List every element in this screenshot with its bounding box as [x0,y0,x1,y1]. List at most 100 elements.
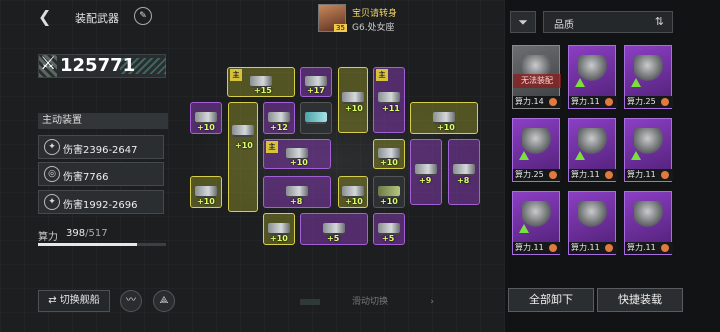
calc-progress-bar [38,243,166,246]
weapon-icon [415,163,437,174]
target-icon: ◎ [44,166,60,182]
page-title: 装配武器 [75,12,119,25]
weapon-icon [578,201,608,227]
calc-progress-fill [38,243,137,246]
quality-select[interactable]: 品质 ⇅ [543,11,673,33]
equipment-card[interactable]: 算力.25 [624,45,673,109]
weapon-icon [378,222,400,233]
emblem-icon[interactable]: ⟁ [153,290,175,312]
weapon-slot[interactable]: +10 [410,102,478,134]
slot-level: +12 [270,123,288,132]
weapon-slot[interactable]: +5 [373,213,405,245]
wave-icon[interactable]: 〰 [120,290,142,312]
unload-all-button[interactable]: 全部卸下 [508,288,594,312]
slot-level: +8 [290,197,303,206]
power-value: 125771 [60,55,136,76]
pen-icon[interactable]: ✎ [134,7,152,25]
equipment-card[interactable]: 算力.25 [512,118,561,182]
calc-max: /517 [85,228,108,239]
slot-level: +10 [270,234,288,243]
weapon-slot[interactable] [300,102,332,134]
skill-text: 伤害2396-2647 [63,145,138,156]
upgrade-arrow-icon [575,151,585,160]
claw-icon: ✦ [44,194,60,210]
slot-level: +10 [380,158,398,167]
weapon-icon [433,111,455,122]
switch-ship-button[interactable]: ⇄ 切换舰船 [38,290,110,312]
slide-hint-text: 滑动切换 [351,297,388,307]
chevron-right-icon: › [430,297,434,307]
pilot-name: 宝贝请转身 [352,9,398,19]
crossed-swords-icon: ⚔ [40,53,57,74]
weapon-icon [305,75,327,86]
skill-item[interactable]: ✦ 伤害1992-2696 [38,190,164,214]
weapon-icon [305,111,327,122]
weapon-icon [250,75,272,86]
skill-item[interactable]: ◎ 伤害7766 [38,162,164,186]
skill-text: 伤害7766 [63,172,109,183]
coin-icon [549,171,557,179]
weapon-slot[interactable]: +10 [338,176,368,208]
weapon-icon [286,185,308,196]
slot-level: +9 [419,176,432,185]
slot-level: +10 [437,123,455,132]
filter-icon[interactable]: ⏷ [510,11,536,33]
sort-toggle-icon[interactable]: ⇅ [655,15,664,28]
weapon-slot[interactable]: +12 [263,102,295,134]
slide-hint[interactable]: 滑动切换 › [300,294,440,310]
weapon-slot[interactable]: +9 [410,139,442,205]
weapon-slot[interactable]: +5 [300,213,368,245]
weapon-slot[interactable]: +10 [373,139,405,169]
slot-level: +5 [382,234,395,243]
weapon-icon [268,111,290,122]
weapon-slot[interactable]: +10 [228,102,258,212]
upgrade-arrow-icon [519,151,529,160]
skill-text: 伤害1992-2696 [63,200,138,211]
equipment-card[interactable]: 算力.11 [512,191,561,255]
equipment-card[interactable]: 算力.11 [568,191,617,255]
quick-equip-button[interactable]: 快捷装载 [597,288,683,312]
equipment-card[interactable]: 无法装配 算力.14 [512,45,561,109]
cannot-equip-label: 无法装配 [513,74,561,88]
equipment-card[interactable]: 算力.11 [624,118,673,182]
equipment-card[interactable]: 算力.11 [568,45,617,109]
weapon-slot[interactable]: +10 [190,176,222,208]
weapon-slot[interactable]: +8 [448,139,480,205]
slot-level: +10 [290,158,308,167]
calc-value: 398/517 [66,228,108,239]
weapon-slot[interactable]: +8 [263,176,331,208]
upgrade-arrow-icon [631,78,641,87]
weapon-slot[interactable]: +10 [190,102,222,134]
weapon-icon [378,185,400,196]
coin-icon [549,244,557,252]
equipment-card[interactable]: 算力.11 [624,191,673,255]
weapon-icon [323,222,345,233]
weapon-slot[interactable]: 主 +15 [227,67,295,97]
pilot-level-badge: 35 [334,24,347,32]
weapon-slot[interactable]: +10 [263,213,295,245]
main-tag: 主 [376,69,388,81]
weapon-slot[interactable]: +10 [373,176,405,208]
back-arrow-icon[interactable]: ❮ [38,8,56,26]
weapon-slot[interactable]: 主 +10 [263,139,331,169]
weapon-icon [286,147,308,158]
slot-level: +10 [345,197,363,206]
weapon-slot[interactable]: +10 [338,67,368,133]
slot-level: +15 [254,86,272,95]
slot-level: +8 [457,176,470,185]
pilot-info[interactable]: 35 宝贝请转身 G6.处女座 [318,4,438,34]
slot-level: +11 [382,104,400,113]
coin-icon [661,244,669,252]
weapon-slot[interactable]: 主 +11 [373,67,405,133]
slot-level: +10 [380,197,398,206]
weapon-icon [634,201,664,227]
weapon-icon [453,163,475,174]
weapon-icon [232,125,254,135]
slot-level: +10 [197,123,215,132]
equipment-card[interactable]: 算力.11 [568,118,617,182]
weapon-icon [342,91,364,102]
weapon-icon [378,147,400,158]
weapon-slot[interactable]: +17 [300,67,332,97]
weapon-icon [195,185,217,196]
skill-item[interactable]: ✦ 伤害2396-2647 [38,135,164,159]
